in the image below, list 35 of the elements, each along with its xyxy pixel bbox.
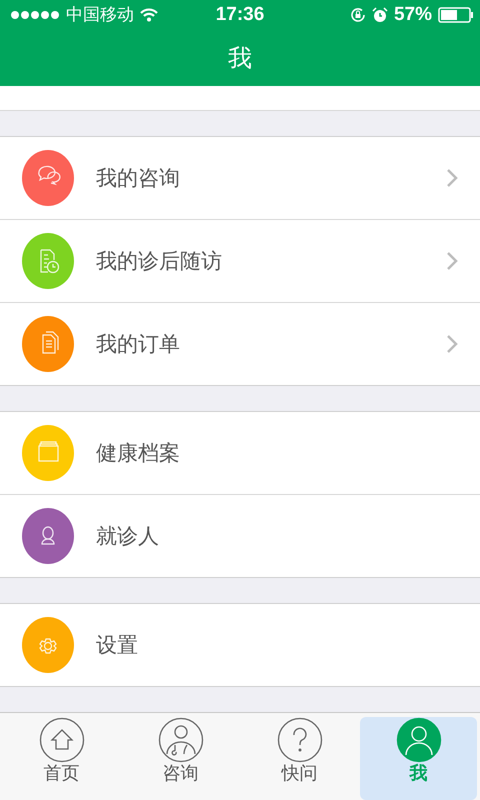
person-icon xyxy=(396,717,442,763)
page-title: 我 xyxy=(228,42,252,74)
menu-label: 健康档案 xyxy=(96,440,181,467)
status-time: 17:36 xyxy=(216,4,264,26)
menu-label: 我的咨询 xyxy=(96,165,181,192)
battery-percent: 57% xyxy=(394,4,432,26)
tab-label: 咨询 xyxy=(162,763,198,785)
menu-label: 我的订单 xyxy=(96,331,181,358)
chevron-icon xyxy=(446,251,458,271)
tab-label: 快问 xyxy=(282,763,318,785)
menu-label: 设置 xyxy=(96,632,139,659)
alarm-icon xyxy=(372,6,388,23)
tab-label: 我 xyxy=(410,763,428,785)
menu-item[interactable]: 就诊人 xyxy=(0,494,480,577)
tab[interactable]: 首页 xyxy=(3,717,120,800)
menu-label: 我的诊后随访 xyxy=(96,248,223,275)
home-icon xyxy=(38,717,84,763)
menu-item[interactable]: 我的诊后随访 xyxy=(0,219,480,302)
menu-item[interactable]: 设置 xyxy=(0,604,480,686)
battery-icon xyxy=(438,6,474,23)
chevron-icon xyxy=(446,334,458,354)
menu-item[interactable]: 我的订单 xyxy=(0,302,480,385)
doctor-icon xyxy=(158,717,204,763)
signal-icon xyxy=(10,10,60,20)
tab[interactable]: 快问 xyxy=(241,717,358,800)
carrier-name: 中国移动 xyxy=(66,4,134,26)
menu-item[interactable]: 健康档案 xyxy=(0,412,480,494)
tab-label: 首页 xyxy=(44,763,80,785)
rotation-lock-icon xyxy=(350,6,366,23)
chevron-icon xyxy=(446,168,458,188)
tab[interactable]: 咨询 xyxy=(122,717,239,800)
wifi-icon xyxy=(140,8,158,22)
menu-label: 就诊人 xyxy=(96,523,160,550)
help-icon xyxy=(276,717,322,763)
menu-item[interactable]: 我的咨询 xyxy=(0,137,480,219)
